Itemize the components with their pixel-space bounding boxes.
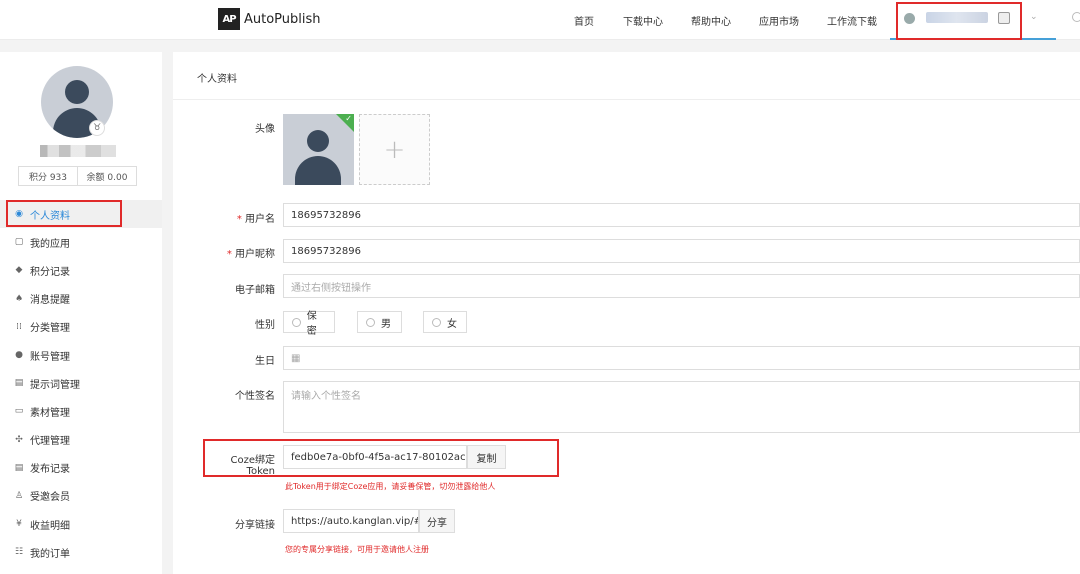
token-hint: 此Token用于绑定Coze应用，请妥善保管，切勿泄露给他人 bbox=[285, 482, 496, 491]
avatar-preview[interactable]: ✓ bbox=[283, 114, 354, 185]
sidebar-item-notifications[interactable]: ♠ 消息提醒 bbox=[0, 285, 162, 313]
badge-icon: ♉ bbox=[89, 120, 105, 136]
user-outline-icon: ♙ bbox=[14, 490, 24, 501]
nickname-redacted bbox=[40, 145, 116, 157]
yen-icon: ¥ bbox=[16, 519, 22, 530]
sidebar-item-accounts[interactable]: ● 账号管理 bbox=[0, 341, 162, 369]
nav-workflow-download[interactable]: 工作流下载 bbox=[827, 0, 877, 40]
radio-icon bbox=[292, 317, 301, 327]
sidebar-item-label: 积分记录 bbox=[30, 266, 70, 278]
share-link-field[interactable]: https://auto.kanglan.vip/#/us bbox=[283, 509, 419, 533]
logo[interactable]: AP AutoPublish bbox=[218, 8, 321, 30]
radio-icon bbox=[366, 317, 375, 327]
radio-icon bbox=[432, 317, 441, 327]
logo-mark: AP bbox=[218, 8, 240, 30]
list-icon: ▤ bbox=[14, 462, 24, 473]
nickname-field[interactable]: 18695732896 bbox=[283, 239, 1080, 263]
nav-home[interactable]: 首页 bbox=[574, 0, 594, 40]
sidebar-item-orders[interactable]: ☷ 我的订单 bbox=[0, 538, 162, 566]
sidebar-item-my-apps[interactable]: ▢ 我的应用 bbox=[0, 228, 162, 256]
share-hint: 您的专属分享链接，可用于邀请他人注册 bbox=[285, 545, 429, 554]
sidebar-item-publish-log[interactable]: ▤ 发布记录 bbox=[0, 454, 162, 482]
gender-option-secret[interactable]: 保密 bbox=[283, 311, 335, 337]
order-icon: ☷ bbox=[14, 547, 24, 558]
birthday-field[interactable]: ▦ bbox=[283, 346, 1080, 370]
avatar-label: 头像 bbox=[255, 124, 275, 135]
sidebar-item-label: 发布记录 bbox=[30, 464, 70, 476]
email-field[interactable]: 通过右侧按钮操作 bbox=[283, 274, 1080, 298]
sidebar-item-label: 受邀会员 bbox=[30, 492, 70, 504]
gender-option-male[interactable]: 男 bbox=[357, 311, 402, 333]
sidebar-item-label: 提示词管理 bbox=[30, 379, 80, 391]
sidebar-item-label: 我的订单 bbox=[30, 548, 70, 560]
chevron-down-icon[interactable]: ⌄ bbox=[1030, 12, 1038, 22]
account-stats: 积分 933 余额 0.00 bbox=[18, 166, 137, 186]
radio-label: 男 bbox=[381, 318, 391, 330]
signature-textarea[interactable]: 请输入个性签名 bbox=[283, 381, 1080, 433]
required-mark: * bbox=[236, 214, 242, 225]
logo-text: AutoPublish bbox=[244, 11, 321, 27]
nav-help-center[interactable]: 帮助中心 bbox=[691, 0, 731, 40]
nav-download-center[interactable]: 下载中心 bbox=[623, 0, 663, 40]
sidebar: ♉ 积分 933 余额 0.00 ◉ 个人资料 ▢ 我的应用 ◆ 积分记录 ♠ 消息提醒… bbox=[0, 52, 162, 574]
required-mark: * bbox=[226, 249, 232, 260]
sidebar-item-invited-members[interactable]: ♙ 受邀会员 bbox=[0, 482, 162, 510]
points-count: 积分 933 bbox=[19, 167, 78, 185]
document-icon: ▤ bbox=[14, 378, 24, 389]
page-title: 个人资料 bbox=[197, 74, 237, 85]
sidebar-item-earnings[interactable]: ¥ 收益明细 bbox=[0, 510, 162, 538]
profile-panel: 个人资料 头像 ✓ + * 用户名 18695732896 * 用户昵称 186… bbox=[173, 52, 1080, 574]
bell-icon: ♠ bbox=[14, 293, 24, 304]
username-field[interactable]: 18695732896 bbox=[283, 203, 1080, 227]
share-button[interactable]: 分享 bbox=[419, 509, 455, 533]
sidebar-item-label: 素材管理 bbox=[30, 407, 70, 419]
agent-icon: ✣ bbox=[15, 434, 23, 445]
highlight-profile-item bbox=[6, 200, 122, 227]
sidebar-item-label: 账号管理 bbox=[30, 351, 70, 363]
calendar-icon: ▦ bbox=[291, 352, 301, 364]
username-label-text: 用户名 bbox=[245, 214, 275, 225]
highlight-user-menu bbox=[896, 2, 1022, 40]
sidebar-item-label: 我的应用 bbox=[30, 238, 70, 250]
sidebar-item-label: 分类管理 bbox=[30, 323, 70, 335]
sidebar-item-prompts[interactable]: ▤ 提示词管理 bbox=[0, 369, 162, 397]
bag-icon: ▢ bbox=[14, 237, 24, 248]
email-label: 电子邮箱 bbox=[235, 285, 275, 296]
sidebar-item-materials[interactable]: ▭ 素材管理 bbox=[0, 397, 162, 425]
person-icon: ● bbox=[15, 350, 23, 361]
gender-option-female[interactable]: 女 bbox=[423, 311, 467, 333]
image-icon: ▭ bbox=[14, 406, 24, 417]
share-link-label: 分享链接 bbox=[235, 520, 275, 531]
panel-header: 个人资料 bbox=[173, 52, 1080, 100]
grid-icon: ⁞⁞ bbox=[16, 321, 22, 332]
highlight-token-row bbox=[203, 439, 559, 477]
gender-label: 性别 bbox=[255, 320, 275, 331]
radio-label: 保密 bbox=[306, 311, 317, 337]
nickname-label: * 用户昵称 bbox=[213, 245, 275, 260]
sidebar-item-agents[interactable]: ✣ 代理管理 bbox=[0, 426, 162, 454]
radio-label: 女 bbox=[447, 318, 457, 330]
upload-avatar-button[interactable]: + bbox=[359, 114, 430, 185]
username-label: * 用户名 bbox=[213, 210, 275, 225]
birthday-label: 生日 bbox=[255, 356, 275, 367]
sidebar-menu: ◉ 个人资料 ▢ 我的应用 ◆ 积分记录 ♠ 消息提醒 ⁞⁞ 分类管理 ● 账号管理 ▤ 提示… bbox=[0, 200, 162, 566]
balance-amount: 余额 0.00 bbox=[86, 172, 128, 183]
signature-label: 个性签名 bbox=[235, 391, 275, 402]
sidebar-item-categories[interactable]: ⁞⁞ 分类管理 bbox=[0, 313, 162, 341]
settings-icon[interactable] bbox=[1072, 12, 1080, 22]
nav-app-market[interactable]: 应用市场 bbox=[759, 0, 799, 40]
sidebar-item-label: 代理管理 bbox=[30, 436, 70, 448]
sidebar-item-label: 收益明细 bbox=[30, 520, 70, 532]
tag-icon: ◆ bbox=[15, 265, 23, 276]
sidebar-item-label: 消息提醒 bbox=[30, 295, 70, 307]
nickname-label-text: 用户昵称 bbox=[235, 249, 275, 260]
sidebar-item-points-history[interactable]: ◆ 积分记录 bbox=[0, 256, 162, 284]
